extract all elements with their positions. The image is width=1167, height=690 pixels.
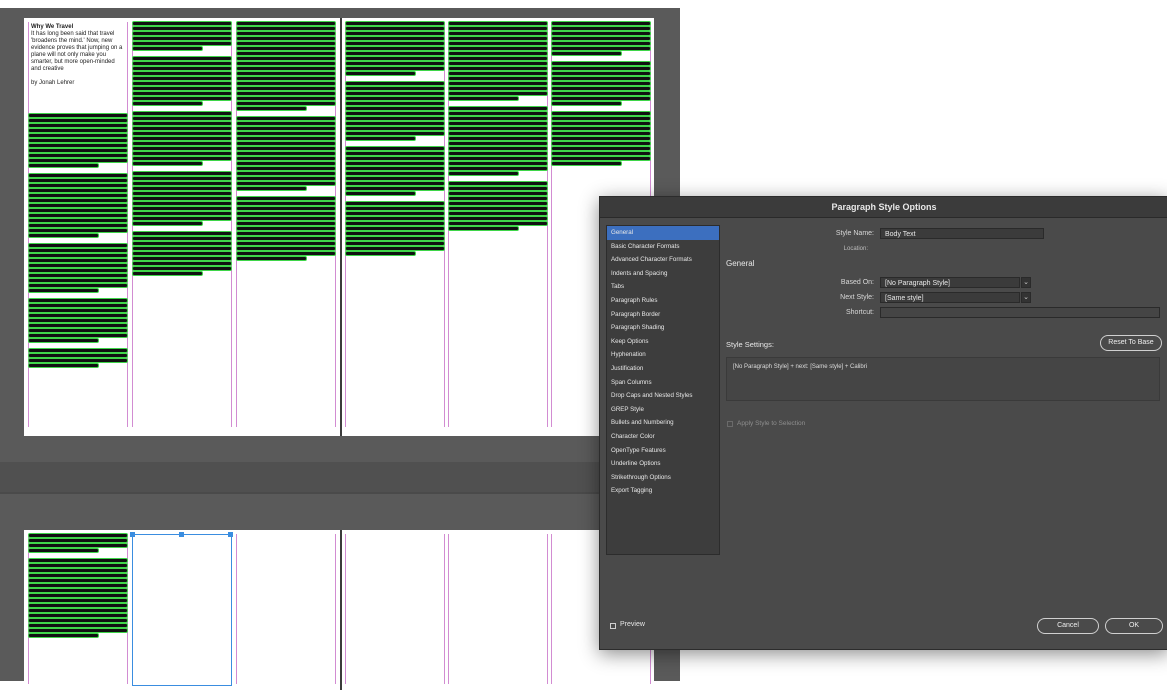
empty-frame-4[interactable] xyxy=(345,534,445,684)
category-item[interactable]: Indents and Spacing xyxy=(607,267,719,281)
spread-divider xyxy=(0,492,680,494)
paragraph-style-options-dialog[interactable]: Paragraph Style Options General Basic Ch… xyxy=(599,196,1167,650)
category-item[interactable]: Underline Options xyxy=(607,457,719,471)
ok-button[interactable]: OK xyxy=(1105,618,1163,634)
pasteboard: Why We Travel It has long been said that… xyxy=(0,0,680,690)
based-on-select[interactable]: [No Paragraph Style] xyxy=(880,277,1020,288)
text-column-1[interactable]: Why We Travel It has long been said that… xyxy=(28,22,128,427)
apply-style-checkbox[interactable] xyxy=(727,421,733,427)
column-3-body xyxy=(237,22,335,262)
category-item[interactable]: GREP Style xyxy=(607,403,719,417)
style-settings-text: [No Paragraph Style] + next: [Same style… xyxy=(726,357,1160,401)
category-item[interactable]: Paragraph Rules xyxy=(607,294,719,308)
article-intro: Why We Travel It has long been said that… xyxy=(31,24,123,87)
style-name-field[interactable]: Body Text xyxy=(880,228,1044,239)
category-item[interactable]: Advanced Character Formats xyxy=(607,253,719,267)
spread-gap xyxy=(0,462,680,492)
article-byline: by Jonah Lehrer xyxy=(31,80,75,86)
empty-frame-5[interactable] xyxy=(448,534,548,684)
cancel-button[interactable]: Cancel xyxy=(1037,618,1099,634)
category-item[interactable]: Bullets and Numbering xyxy=(607,416,719,430)
next-style-label: Next Style: xyxy=(840,294,874,301)
text-column-4[interactable] xyxy=(345,22,445,427)
frame-handle-top-left[interactable] xyxy=(130,532,135,537)
selected-text-frame[interactable] xyxy=(132,534,232,686)
dialog-title: Paragraph Style Options xyxy=(600,197,1167,218)
category-item[interactable]: Hyphenation xyxy=(607,348,719,362)
chevron-down-icon[interactable]: ⌄ xyxy=(1021,292,1031,303)
frame-handle-top-right[interactable] xyxy=(228,532,233,537)
category-item[interactable]: General xyxy=(607,226,719,240)
shortcut-label: Shortcut: xyxy=(845,309,874,316)
article-heading: Why We Travel xyxy=(31,24,74,30)
category-item[interactable]: Character Color xyxy=(607,430,719,444)
style-name-label: Style Name: xyxy=(835,230,874,237)
category-item[interactable]: Basic Character Formats xyxy=(607,240,719,254)
preview-checkbox[interactable] xyxy=(610,623,616,629)
column-6-body xyxy=(552,22,650,167)
category-item[interactable]: Strikethrough Options xyxy=(607,471,719,485)
category-item[interactable]: Span Columns xyxy=(607,376,719,390)
column-7-body xyxy=(29,534,127,639)
chevron-down-icon[interactable]: ⌄ xyxy=(1021,277,1031,288)
category-item[interactable]: Drop Caps and Nested Styles xyxy=(607,389,719,403)
category-list[interactable]: General Basic Character Formats Advanced… xyxy=(606,225,720,555)
reset-to-base-button[interactable]: Reset To Base xyxy=(1100,335,1162,351)
location-label: Location: xyxy=(843,246,868,252)
column-4-body xyxy=(346,22,444,257)
category-item[interactable]: Paragraph Shading xyxy=(607,321,719,335)
page-left-top[interactable]: Why We Travel It has long been said that… xyxy=(24,18,340,436)
category-item[interactable]: Tabs xyxy=(607,280,719,294)
empty-frame-3[interactable] xyxy=(236,534,336,684)
category-item[interactable]: Export Tagging xyxy=(607,484,719,498)
general-section-title: General xyxy=(726,259,755,268)
text-column-3[interactable] xyxy=(236,22,336,427)
text-column-5[interactable] xyxy=(448,22,548,427)
column-5-body xyxy=(449,22,547,232)
column-2-body xyxy=(133,22,231,277)
preview-label: Preview xyxy=(620,621,645,628)
apply-style-label: Apply Style to Selection xyxy=(737,420,806,427)
text-column-7[interactable] xyxy=(28,534,128,684)
page-left-bottom[interactable] xyxy=(24,530,340,690)
style-settings-label: Style Settings: xyxy=(726,340,774,349)
frame-handle-top-center[interactable] xyxy=(179,532,184,537)
category-item[interactable]: Justification xyxy=(607,362,719,376)
based-on-label: Based On: xyxy=(840,279,874,286)
shortcut-field[interactable] xyxy=(880,307,1160,318)
column-1-body xyxy=(29,114,127,369)
category-item[interactable]: OpenType Features xyxy=(607,444,719,458)
next-style-select[interactable]: [Same style] xyxy=(880,292,1020,303)
article-standfirst: It has long been said that travel 'broad… xyxy=(31,31,123,72)
category-item[interactable]: Keep Options xyxy=(607,335,719,349)
text-column-2[interactable] xyxy=(132,22,232,427)
pasteboard-top-strip xyxy=(0,0,680,8)
category-item[interactable]: Paragraph Border xyxy=(607,308,719,322)
